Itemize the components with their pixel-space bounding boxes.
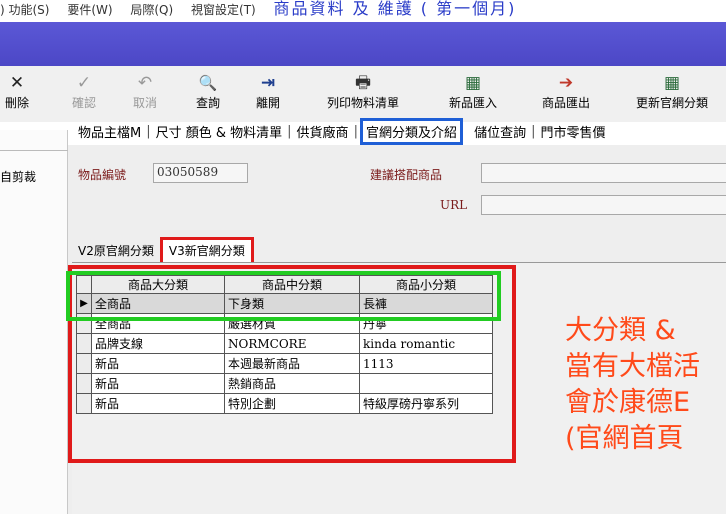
search-icon: 🔍 <box>198 74 218 92</box>
cancel-button[interactable]: ↶ 取消 <box>133 70 157 110</box>
tab-supplier[interactable]: 供貨廠商 <box>297 122 349 141</box>
annotation-line: (官網首頁 <box>565 423 684 454</box>
annotation-text: 大分類 & 當有大檔活 會於康德E (官網首頁 <box>565 313 700 457</box>
tab-size-color-materials[interactable]: 尺寸 顏色 & 物料清單 <box>156 122 283 141</box>
new-product-import-label: 新品匯入 <box>448 96 498 110</box>
undo-icon: ↶ <box>137 73 153 93</box>
print-material-list-button[interactable]: 🖶 列印物料清單 <box>327 70 399 110</box>
import-icon: ▦ <box>464 73 482 93</box>
annotation-line: 會於康德E <box>565 387 691 418</box>
product-export-button[interactable]: ➔ 商品匯出 <box>542 70 590 110</box>
item-code-label: 物品編號 <box>78 168 127 182</box>
category-subtabs: V2原官網分類 V3新官網分類 <box>72 236 254 262</box>
item-code-field[interactable]: 03050589 <box>153 163 248 183</box>
main-tabs: 物品主檔M | 尺寸 顏色 & 物料清單 | 供貨廠商 | 官網分類及介紹 儲位… <box>78 117 606 145</box>
delete-x-icon: ✕ <box>9 73 25 93</box>
title-bar <box>0 22 726 66</box>
exit-button[interactable]: ⇥ 離開 <box>256 70 280 110</box>
left-panel: 自剪裁 <box>0 130 68 514</box>
query-button[interactable]: 🔍 查詢 <box>196 70 220 110</box>
printer-icon: 🖶 <box>354 73 372 93</box>
tab-web-category-intro[interactable]: 官網分類及介紹 <box>359 117 463 145</box>
query-button-label: 查詢 <box>195 96 221 110</box>
tab-separator: | <box>287 123 292 139</box>
product-export-label: 商品匯出 <box>541 96 591 110</box>
exit-button-label: 離開 <box>255 96 281 110</box>
tab-item-master[interactable]: 物品主檔M <box>78 122 141 141</box>
menu-item-window-settings[interactable]: 視窗設定(T) <box>191 1 256 19</box>
new-product-import-button[interactable]: ▦ 新品匯入 <box>449 70 497 110</box>
selected-row-highlight-box <box>66 271 501 321</box>
confirm-button-label: 確認 <box>71 96 97 110</box>
checkmark-icon: ✓ <box>76 73 92 93</box>
menu-bar: ) 功能(S) 要件(W) 局際(Q) 視窗設定(T) 商品資料 及 維護 ( … <box>0 0 726 22</box>
delete-button[interactable]: ✕ 刪除 <box>5 70 29 110</box>
tab-v3-new-category[interactable]: V3新官網分類 <box>159 237 254 262</box>
annotation-line: 大分類 & <box>565 315 676 346</box>
menu-item-3[interactable]: 局際(Q) <box>130 1 173 19</box>
exit-door-icon: ⇥ <box>260 73 276 93</box>
tab-separator <box>465 124 469 139</box>
tab-retail-price[interactable]: 門市零售價 <box>541 122 606 141</box>
tab-separator: | <box>531 123 536 139</box>
cancel-button-label: 取消 <box>132 96 158 110</box>
annotation-line: 當有大檔活 <box>565 351 700 382</box>
tab-separator: | <box>353 123 358 139</box>
url-label: URL <box>440 198 468 212</box>
menu-item-functions[interactable]: ) 功能(S) <box>0 1 49 19</box>
update-web-category-button[interactable]: ▦ 更新官網分類 <box>636 70 708 110</box>
confirm-button[interactable]: ✓ 確認 <box>72 70 96 110</box>
tab-separator: | <box>146 123 151 139</box>
export-icon: ➔ <box>558 73 574 93</box>
url-field[interactable] <box>481 195 726 215</box>
left-panel-divider <box>0 150 68 151</box>
toolbar: ✕ 刪除 ✓ 確認 ↶ 取消 🔍 查詢 ⇥ 離開 🖶 列印物料清單 ▦ 新品匯入… <box>0 66 726 122</box>
print-material-list-label: 列印物料清單 <box>326 96 400 110</box>
update-web-category-label: 更新官網分類 <box>635 96 709 110</box>
menu-item-2[interactable]: 要件(W) <box>67 1 112 19</box>
left-panel-label[interactable]: 自剪裁 <box>0 168 36 185</box>
refresh-category-icon: ▦ <box>663 73 681 93</box>
suggested-product-field[interactable] <box>481 163 726 183</box>
suggested-product-label: 建議搭配商品 <box>370 168 443 182</box>
window-title: 商品資料 及 維護 ( 第一個月) <box>273 0 517 18</box>
tab-storage-query[interactable]: 儲位查詢 <box>474 122 526 141</box>
tab-v2-original-category[interactable]: V2原官網分類 <box>72 239 160 262</box>
delete-button-label: 刪除 <box>4 96 30 110</box>
